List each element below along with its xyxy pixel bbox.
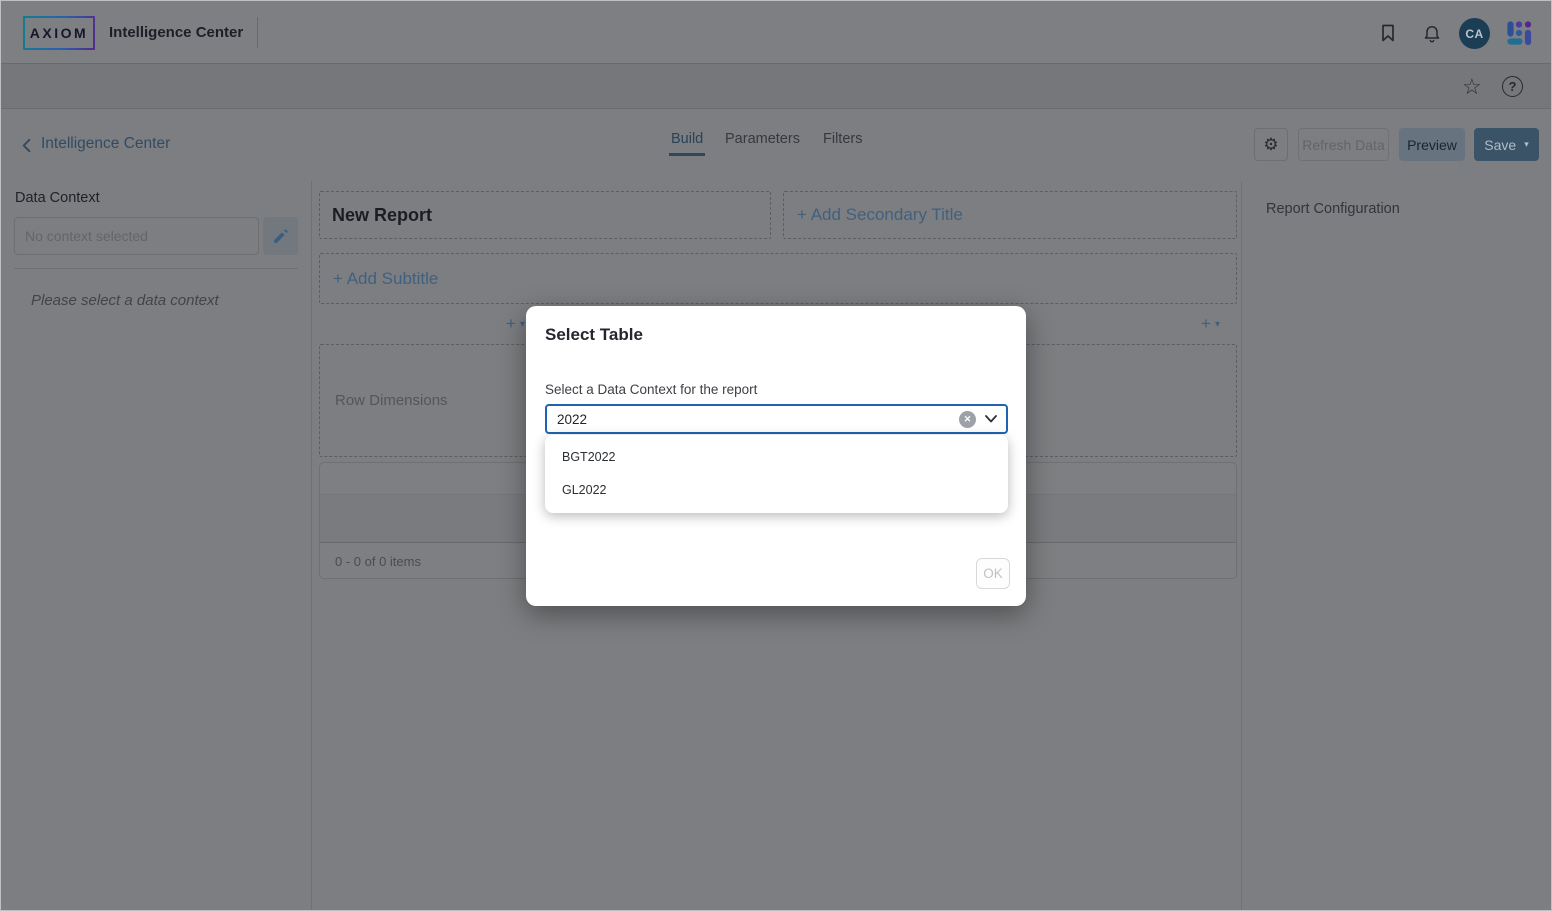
- select-table-modal: Select Table Select a Data Context for t…: [526, 306, 1026, 606]
- secondary-bar: ☆ ?: [1, 64, 1551, 109]
- add-secondary-title-link: + Add Secondary Title: [784, 205, 963, 225]
- tab-filters[interactable]: Filters: [823, 131, 862, 147]
- report-title-box[interactable]: New Report: [319, 191, 771, 239]
- back-chevron-icon[interactable]: [19, 137, 36, 154]
- row-dimensions-label: Row Dimensions: [320, 392, 448, 409]
- add-secondary-title-box[interactable]: + Add Secondary Title: [783, 191, 1237, 239]
- pencil-icon: [272, 228, 289, 245]
- modal-title: Select Table: [545, 325, 643, 345]
- edit-context-button[interactable]: [263, 217, 298, 255]
- save-caret-down-icon: ▾: [1524, 139, 1529, 150]
- avatar-initials: CA: [1465, 27, 1483, 41]
- tab-build[interactable]: Build: [671, 131, 703, 147]
- add-subtitle-link: + Add Subtitle: [320, 269, 438, 289]
- add-column-control-right[interactable]: + ▾: [1201, 314, 1220, 334]
- caret-down-icon: ▾: [520, 319, 525, 330]
- data-context-combobox-input[interactable]: [547, 406, 959, 432]
- option-bgt2022[interactable]: BGT2022: [545, 441, 1008, 474]
- chevron-down-icon[interactable]: [985, 415, 997, 423]
- data-context-combobox[interactable]: ✕: [545, 404, 1008, 434]
- caret-down-icon: ▾: [1215, 319, 1220, 330]
- bookmark-icon[interactable]: [1378, 23, 1398, 43]
- app-window: AXIOM Intelligence Center CA: [0, 0, 1552, 911]
- user-avatar[interactable]: CA: [1459, 18, 1490, 49]
- favorite-star-icon[interactable]: ☆: [1462, 76, 1483, 97]
- help-icon[interactable]: ?: [1502, 76, 1523, 97]
- report-title: New Report: [320, 205, 432, 226]
- preview-button[interactable]: Preview: [1399, 128, 1465, 161]
- axiom-logo-text: AXIOM: [30, 25, 88, 41]
- back-link[interactable]: Intelligence Center: [41, 135, 170, 153]
- refresh-data-button: Refresh Data: [1298, 128, 1389, 161]
- combobox-option-list: BGT2022 GL2022: [545, 435, 1008, 513]
- sidebar-section-divider: [14, 268, 298, 269]
- save-button-label: Save: [1484, 137, 1516, 153]
- right-panel-divider: [1241, 181, 1242, 911]
- save-button[interactable]: Save ▾: [1474, 128, 1539, 161]
- plus-icon: +: [1201, 314, 1211, 334]
- report-configuration-title: Report Configuration: [1266, 201, 1400, 217]
- pager-items-count: 0 - 0 of 0 items: [335, 554, 421, 569]
- app-title: Intelligence Center: [109, 1, 243, 64]
- add-column-control-left[interactable]: + ▾: [506, 314, 525, 334]
- clear-icon[interactable]: ✕: [959, 411, 976, 428]
- option-gl2022[interactable]: GL2022: [545, 474, 1008, 507]
- ok-button: OK: [976, 558, 1010, 589]
- apps-grid-icon[interactable]: [1504, 18, 1534, 48]
- active-tab-underline: [669, 153, 705, 156]
- top-bar: AXIOM Intelligence Center CA: [1, 1, 1551, 64]
- tab-parameters[interactable]: Parameters: [725, 131, 800, 147]
- data-context-title: Data Context: [15, 190, 100, 206]
- add-subtitle-box[interactable]: + Add Subtitle: [319, 253, 1237, 304]
- gear-icon: ⚙: [1263, 135, 1278, 155]
- sidebar-divider: [311, 181, 312, 911]
- data-context-field-label: Select a Data Context for the report: [545, 382, 757, 397]
- topbar-divider: [257, 17, 258, 48]
- data-context-hint: Please select a data context: [31, 292, 219, 309]
- data-context-input[interactable]: [14, 217, 259, 255]
- notifications-bell-icon[interactable]: [1422, 23, 1442, 43]
- settings-gear-button[interactable]: ⚙: [1254, 128, 1288, 161]
- plus-icon: +: [506, 314, 516, 334]
- axiom-logo: AXIOM: [23, 16, 95, 50]
